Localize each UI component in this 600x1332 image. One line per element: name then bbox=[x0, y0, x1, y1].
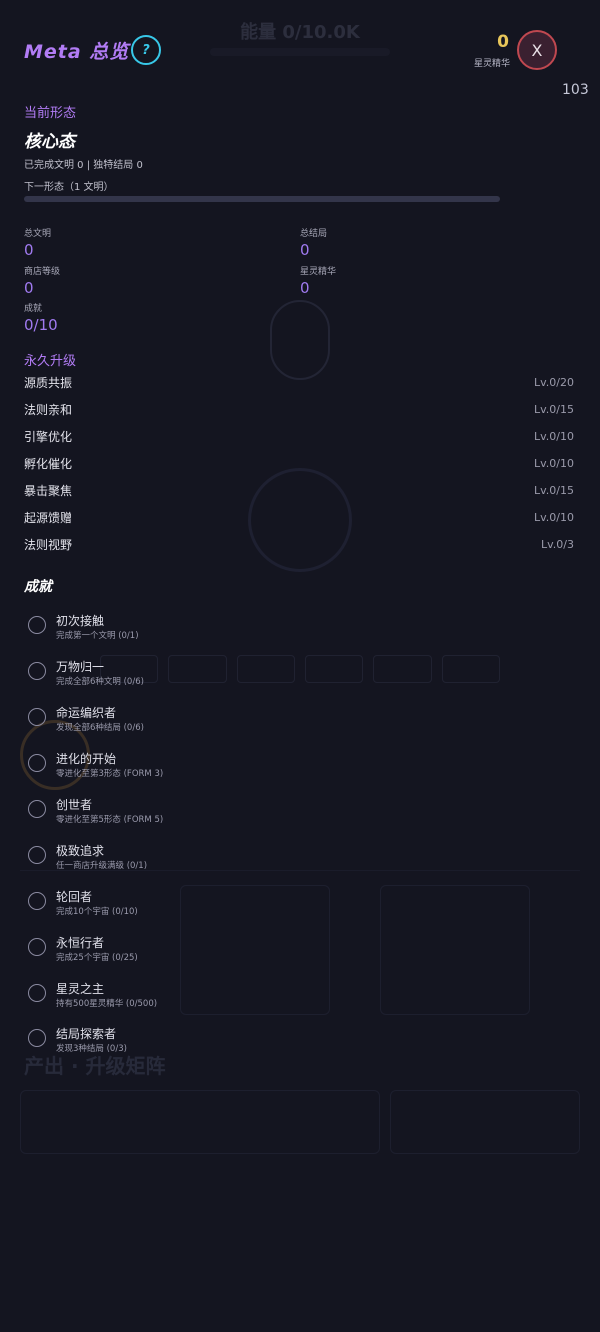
achievement-status-icon bbox=[28, 708, 46, 726]
upgrade-name: 法则视野 bbox=[24, 537, 73, 552]
help-button[interactable]: ? bbox=[131, 35, 161, 65]
upgrade-row[interactable]: 引擎优化 Lv.0/10 bbox=[24, 426, 574, 446]
achievements-section-label: 成就 bbox=[24, 579, 52, 595]
achievement-status-icon bbox=[28, 846, 46, 864]
stat-total-civilizations: 总文明 0 bbox=[24, 226, 51, 259]
achievement-desc: 完成10个宇宙 (0/10) bbox=[56, 907, 138, 917]
upgrade-level: Lv.0/20 bbox=[534, 375, 574, 389]
achievement-item: 极致追求 任一商店升级满级 (0/1) bbox=[28, 842, 428, 876]
next-form-label: 下一形态（1 文明） bbox=[24, 182, 114, 193]
achievement-item: 进化的开始 零进化至第3形态 (FORM 3) bbox=[28, 750, 428, 784]
form-progress-bar bbox=[24, 196, 500, 202]
achievement-desc: 完成全部6种文明 (0/6) bbox=[56, 677, 144, 687]
achievement-status-icon bbox=[28, 662, 46, 680]
achievement-desc: 发现3种结局 (0/3) bbox=[56, 1044, 127, 1054]
stat-value: 0 bbox=[24, 241, 34, 259]
upgrade-level: Lv.0/10 bbox=[534, 510, 574, 524]
upgrade-row[interactable]: 源质共振 Lv.0/20 bbox=[24, 372, 574, 392]
close-button[interactable]: X bbox=[517, 30, 557, 70]
stat-shop-level: 商店等级 0 bbox=[24, 264, 60, 297]
achievement-desc: 零进化至第5形态 (FORM 5) bbox=[56, 815, 164, 825]
stat-value: 0/10 bbox=[24, 316, 58, 334]
panel-title: Meta 总览 bbox=[24, 41, 130, 63]
upgrade-row[interactable]: 法则亲和 Lv.0/15 bbox=[24, 399, 574, 419]
achievement-status-icon bbox=[28, 892, 46, 910]
achievement-item: 结局探索者 发现3种结局 (0/3) bbox=[28, 1025, 428, 1059]
achievement-desc: 完成25个宇宙 (0/25) bbox=[56, 953, 138, 963]
upgrade-name: 法则亲和 bbox=[24, 402, 73, 417]
stat-label: 星灵精华 bbox=[300, 267, 337, 277]
stat-value: 0 bbox=[24, 279, 34, 297]
upgrade-name: 源质共振 bbox=[24, 375, 73, 390]
achievement-title: 命运编织者 bbox=[56, 706, 117, 720]
upgrade-level: Lv.0/3 bbox=[541, 537, 574, 551]
achievement-status-icon bbox=[28, 800, 46, 818]
achievement-status-icon bbox=[28, 984, 46, 1002]
achievement-title: 极致追求 bbox=[56, 844, 105, 858]
stat-label: 成就 bbox=[24, 304, 43, 314]
achievement-desc: 零进化至第3形态 (FORM 3) bbox=[56, 769, 164, 779]
achievement-item: 永恒行者 完成25个宇宙 (0/25) bbox=[28, 934, 428, 968]
stat-value: 0 bbox=[300, 241, 310, 259]
achievement-title: 结局探索者 bbox=[56, 1027, 117, 1041]
achievement-desc: 完成第一个文明 (0/1) bbox=[56, 631, 139, 641]
stat-label: 总结局 bbox=[300, 229, 328, 239]
achievement-title: 永恒行者 bbox=[56, 936, 105, 950]
upgrade-name: 起源馈赠 bbox=[24, 510, 73, 525]
achievement-item: 轮回者 完成10个宇宙 (0/10) bbox=[28, 888, 428, 922]
achievement-item: 万物归一 完成全部6种文明 (0/6) bbox=[28, 658, 428, 692]
achievement-desc: 任一商店升级满级 (0/1) bbox=[56, 861, 148, 871]
achievement-status-icon bbox=[28, 938, 46, 956]
achievement-title: 进化的开始 bbox=[56, 752, 117, 766]
upgrade-row[interactable]: 暴击聚焦 Lv.0/15 bbox=[24, 480, 574, 500]
upgrade-name: 暴击聚焦 bbox=[24, 483, 73, 498]
achievement-title: 轮回者 bbox=[56, 890, 93, 904]
achievement-desc: 持有500星灵精华 (0/500) bbox=[56, 999, 158, 1009]
achievement-item: 命运编织者 发现全部6种结局 (0/6) bbox=[28, 704, 428, 738]
achievement-title: 创世者 bbox=[56, 798, 93, 812]
achievement-status-icon bbox=[28, 616, 46, 634]
upgrade-level: Lv.0/10 bbox=[534, 456, 574, 470]
stat-achievements: 成就 0/10 bbox=[24, 301, 58, 334]
form-info: 已完成文明 0 | 独特结局 0 bbox=[24, 160, 143, 171]
achievement-item: 创世者 零进化至第5形态 (FORM 5) bbox=[28, 796, 428, 830]
achievement-status-icon bbox=[28, 1029, 46, 1047]
stat-label: 总文明 bbox=[24, 229, 52, 239]
upgrade-level: Lv.0/15 bbox=[534, 402, 574, 416]
stat-essence: 星灵精华 0 bbox=[300, 264, 336, 297]
achievement-title: 万物归一 bbox=[56, 660, 105, 674]
essence-value: 0 bbox=[497, 32, 509, 52]
achievement-title: 初次接触 bbox=[56, 614, 105, 628]
upgrade-level: Lv.0/15 bbox=[534, 483, 574, 497]
stat-total-endings: 总结局 0 bbox=[300, 226, 327, 259]
upgrade-name: 引擎优化 bbox=[24, 429, 73, 444]
stat-value: 0 bbox=[300, 279, 310, 297]
meta-overview-panel: Meta 总览 ? 0 星灵精华 X 103 当前形态 核心态 已完成文明 0 … bbox=[0, 0, 600, 1332]
achievement-desc: 发现全部6种结局 (0/6) bbox=[56, 723, 144, 733]
achievement-title: 星灵之主 bbox=[56, 982, 105, 996]
current-form-name: 核心态 bbox=[24, 132, 75, 152]
achievement-item: 初次接触 完成第一个文明 (0/1) bbox=[28, 612, 428, 646]
achievement-status-icon bbox=[28, 754, 46, 772]
upgrade-row[interactable]: 孵化催化 Lv.0/10 bbox=[24, 453, 574, 473]
corner-count: 103 bbox=[562, 82, 589, 98]
upgrade-row[interactable]: 法则视野 Lv.0/3 bbox=[24, 534, 574, 554]
upgrade-level: Lv.0/10 bbox=[534, 429, 574, 443]
current-form-label: 当前形态 bbox=[24, 106, 77, 121]
achievement-item: 星灵之主 持有500星灵精华 (0/500) bbox=[28, 980, 428, 1014]
upgrades-section-label: 永久升级 bbox=[24, 354, 77, 369]
stat-label: 商店等级 bbox=[24, 267, 61, 277]
upgrade-row[interactable]: 起源馈赠 Lv.0/10 bbox=[24, 507, 574, 527]
upgrade-name: 孵化催化 bbox=[24, 456, 73, 471]
